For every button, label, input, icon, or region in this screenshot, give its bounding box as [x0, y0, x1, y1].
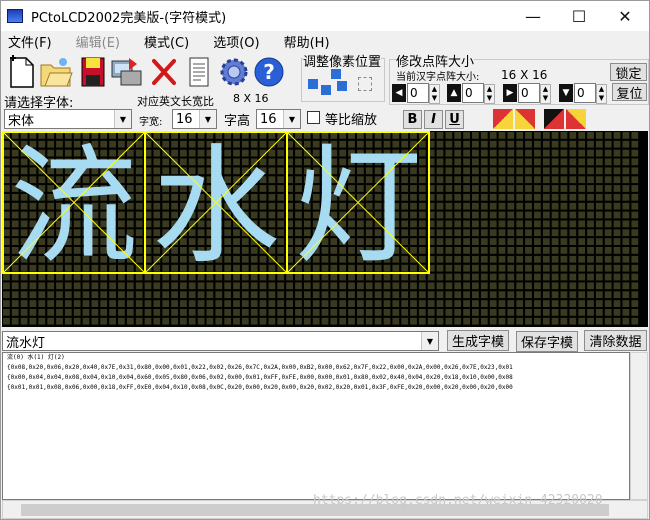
- underline-button[interactable]: U: [445, 110, 464, 129]
- current-matrix-label: 当前汉字点阵大小:: [396, 72, 480, 83]
- current-matrix-value: 16 X 16: [501, 68, 548, 82]
- glyph-cell: 水: [144, 131, 288, 281]
- rotate-right-icon[interactable]: [566, 109, 586, 129]
- menu-file[interactable]: 文件(F): [1, 32, 52, 51]
- app-window: PCtoLCD2002完美版-(字符模式) — ☐ ✕ 文件(F) 编辑(E) …: [0, 0, 650, 520]
- rotate-left-icon[interactable]: [544, 109, 564, 129]
- flip-vertical-icon[interactable]: [515, 109, 535, 129]
- dot-matrix-preview[interactable]: 流水灯: [2, 131, 648, 327]
- width-right-icon[interactable]: ▶: [503, 84, 517, 102]
- menu-edit[interactable]: 编辑(E): [69, 32, 120, 51]
- height-up-icon[interactable]: ▲: [447, 84, 461, 102]
- ratio-label: 对应英文长宽比: [137, 95, 214, 108]
- help-icon[interactable]: ?: [252, 54, 286, 90]
- output-line: {0x01,0x01,0x08,0x06,0x00,0x18,0xFF,0xE0…: [7, 384, 513, 391]
- new-document-icon[interactable]: [5, 54, 39, 90]
- move-right-icon[interactable]: [337, 81, 347, 91]
- move-left-icon[interactable]: [308, 79, 318, 89]
- font-select[interactable]: 宋体 ▼: [4, 109, 132, 129]
- generate-button[interactable]: 生成字模: [447, 330, 509, 351]
- lock-button[interactable]: 锁定: [610, 63, 647, 82]
- glyph-character: 灯: [294, 132, 422, 281]
- output-line: {0x08,0x20,0x06,0x20,0x40,0x7E,0x31,0x80…: [7, 364, 513, 371]
- chevron-down-icon[interactable]: ▼: [421, 332, 438, 350]
- output-textarea[interactable]: 流(0) 水(1) 灯(2) {0x08,0x20,0x06,0x20,0x40…: [2, 352, 630, 500]
- char-height-label: 字高: [224, 114, 251, 129]
- spin-3[interactable]: 0 ▲ ▼: [518, 83, 551, 104]
- char-height-select[interactable]: 16 ▼: [256, 109, 301, 129]
- glyph-cell: 灯: [286, 131, 430, 281]
- bold-button[interactable]: B: [403, 110, 422, 129]
- maximize-button[interactable]: ☐: [556, 1, 602, 31]
- reset-button[interactable]: 复位: [612, 83, 647, 102]
- center-icon[interactable]: [358, 77, 372, 91]
- spin-2[interactable]: 0 ▲ ▼: [462, 83, 495, 104]
- chevron-down-icon[interactable]: ▼: [114, 110, 131, 128]
- dot-matrix-canvas[interactable]: 流水灯: [2, 131, 648, 327]
- save-icon[interactable]: [76, 54, 110, 90]
- vertical-scrollbar[interactable]: [630, 352, 648, 500]
- height-down-icon[interactable]: ▼: [559, 84, 573, 102]
- glyph-character: 流: [10, 132, 138, 281]
- chevron-down-icon[interactable]: ▼: [283, 110, 300, 128]
- glyph-character: 水: [152, 132, 280, 281]
- output-line: 流(0) 水(1) 灯(2): [7, 354, 65, 361]
- menu-mode[interactable]: 模式(C): [137, 32, 189, 51]
- proportional-label: 等比缩放: [325, 113, 378, 128]
- clear-data-button[interactable]: 清除数据: [584, 330, 647, 351]
- flip-horizontal-icon[interactable]: [493, 109, 513, 129]
- title-bar[interactable]: PCtoLCD2002完美版-(字符模式) — ☐ ✕: [1, 1, 649, 31]
- menu-help[interactable]: 帮助(H): [277, 32, 330, 51]
- notepad-icon[interactable]: [182, 54, 216, 90]
- minimize-button[interactable]: —: [510, 1, 556, 31]
- watermark: https://blog.csdn.net/weixin_42320020: [313, 493, 603, 508]
- window-title: PCtoLCD2002完美版-(字符模式): [31, 10, 227, 26]
- menu-bar: 文件(F) 编辑(E) 模式(C) 选项(O) 帮助(H): [1, 31, 649, 51]
- svg-text:?: ?: [263, 60, 275, 84]
- move-up-icon[interactable]: [331, 69, 341, 79]
- spin-1[interactable]: 0 ▲ ▼: [407, 83, 440, 104]
- chevron-down-icon[interactable]: ▼: [199, 110, 216, 128]
- delete-icon[interactable]: [147, 54, 181, 90]
- pixel-adjust-title: 调整像素位置: [303, 51, 382, 70]
- char-width-label: 字宽:: [139, 117, 163, 128]
- save-font-button[interactable]: 保存字模: [516, 331, 578, 352]
- spin-4[interactable]: 0 ▲ ▼: [574, 83, 607, 104]
- menu-options[interactable]: 选项(O): [206, 32, 259, 51]
- move-down-icon[interactable]: [321, 85, 331, 95]
- text-input[interactable]: 流水灯 ▼: [2, 331, 439, 351]
- output-line: {0x00,0x04,0x04,0x08,0x04,0x10,0x04,0x60…: [7, 374, 513, 381]
- close-button[interactable]: ✕: [602, 1, 648, 31]
- italic-button[interactable]: I: [424, 110, 443, 129]
- app-icon: [7, 9, 23, 23]
- width-left-icon[interactable]: ◀: [392, 84, 406, 102]
- char-width-select[interactable]: 16 ▼: [172, 109, 217, 129]
- settings-gear-icon[interactable]: [217, 54, 251, 90]
- glyph-cell: 流: [2, 131, 146, 281]
- proportional-checkbox[interactable]: [307, 111, 320, 124]
- open-folder-icon[interactable]: [39, 54, 73, 90]
- export-icon[interactable]: [109, 54, 143, 90]
- ratio-value: 8 X 16: [233, 92, 269, 105]
